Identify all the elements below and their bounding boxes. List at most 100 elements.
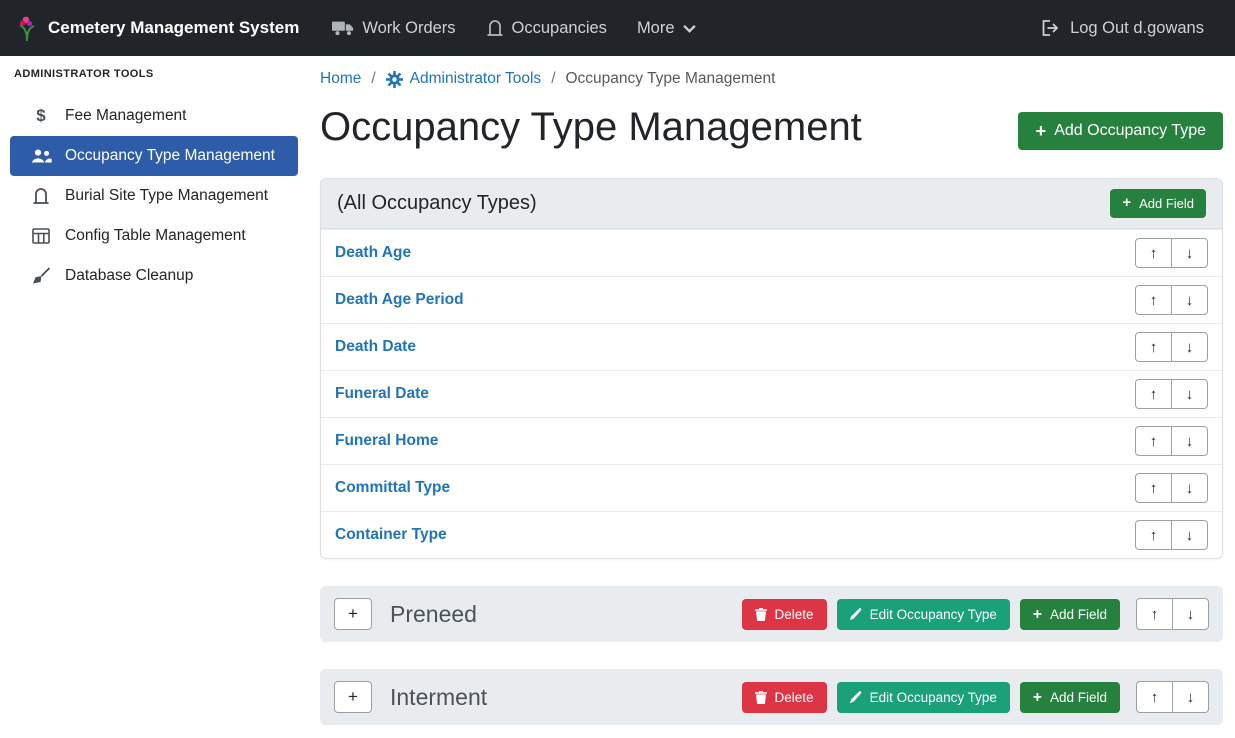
- nav-more[interactable]: More: [622, 19, 711, 38]
- app-title: Cemetery Management System: [48, 18, 299, 38]
- sidebar: ADMINISTRATOR TOOLS $ Fee Management Occ…: [0, 56, 308, 738]
- add-occupancy-type-button[interactable]: + Add Occupancy Type: [1018, 112, 1223, 150]
- sidebar-item-database-cleanup[interactable]: Database Cleanup: [10, 256, 298, 296]
- occupancy-type-section-interment: + Interment Delete: [320, 669, 1223, 725]
- top-navbar: Cemetery Management System Work Orders O…: [0, 0, 1235, 56]
- sidebar-item-label: Config Table Management: [65, 227, 246, 245]
- move-down-button[interactable]: ↓: [1171, 332, 1208, 362]
- table-icon: [30, 228, 52, 244]
- reorder-controls: ↑ ↓: [1135, 285, 1208, 315]
- move-down-button[interactable]: ↓: [1171, 520, 1208, 550]
- trash-icon: [755, 608, 767, 621]
- nav-occupancies-label: Occupancies: [512, 19, 607, 38]
- dollar-icon: $: [30, 106, 52, 126]
- sidebar-heading: ADMINISTRATOR TOOLS: [0, 68, 308, 80]
- reorder-controls: ↑ ↓: [1136, 598, 1209, 630]
- headstone-icon: [30, 187, 52, 205]
- move-down-button[interactable]: ↓: [1172, 598, 1209, 630]
- move-down-button[interactable]: ↓: [1171, 379, 1208, 409]
- nav-work-orders-label: Work Orders: [362, 19, 455, 38]
- reorder-controls: ↑ ↓: [1135, 332, 1208, 362]
- move-down-button[interactable]: ↓: [1171, 426, 1208, 456]
- edit-occupancy-type-button[interactable]: Edit Occupancy Type: [837, 599, 1010, 630]
- trash-icon: [755, 691, 767, 704]
- nav-more-label: More: [637, 19, 675, 38]
- reorder-controls: ↑ ↓: [1136, 681, 1209, 713]
- move-up-button[interactable]: ↑: [1136, 681, 1173, 713]
- field-row: Funeral Date ↑ ↓: [321, 370, 1222, 417]
- breadcrumb-admin-tools[interactable]: Administrator Tools: [386, 70, 542, 88]
- add-field-button[interactable]: + Add Field: [1020, 682, 1120, 714]
- plus-icon: +: [1033, 607, 1042, 623]
- move-up-button[interactable]: ↑: [1136, 598, 1173, 630]
- chevron-down-icon: [683, 24, 696, 33]
- move-up-button[interactable]: ↑: [1135, 520, 1172, 550]
- sidebar-item-occupancy-type-management[interactable]: Occupancy Type Management: [10, 136, 298, 176]
- move-down-button[interactable]: ↓: [1171, 473, 1208, 503]
- move-down-button[interactable]: ↓: [1171, 285, 1208, 315]
- reorder-controls: ↑ ↓: [1135, 520, 1208, 550]
- move-up-button[interactable]: ↑: [1135, 473, 1172, 503]
- reorder-controls: ↑ ↓: [1135, 426, 1208, 456]
- sidebar-item-label: Occupancy Type Management: [65, 147, 275, 165]
- field-row: Container Type ↑ ↓: [321, 511, 1222, 558]
- delete-button[interactable]: Delete: [742, 682, 827, 713]
- move-up-button[interactable]: ↑: [1135, 332, 1172, 362]
- field-link[interactable]: Death Age: [335, 244, 411, 262]
- move-up-button[interactable]: ↑: [1135, 426, 1172, 456]
- all-occupancy-types-header: (All Occupancy Types) + Add Field: [321, 179, 1222, 229]
- breadcrumb-home[interactable]: Home: [320, 70, 361, 88]
- nav-logout[interactable]: Log Out d.gowans: [1027, 19, 1219, 38]
- move-down-button[interactable]: ↓: [1171, 238, 1208, 268]
- move-up-button[interactable]: ↑: [1135, 285, 1172, 315]
- plus-icon: +: [1122, 196, 1131, 211]
- all-occupancy-types-title: (All Occupancy Types): [337, 192, 537, 215]
- nav-occupancies[interactable]: Occupancies: [471, 19, 622, 38]
- breadcrumb: Home / Administrator Tools / Occupancy T…: [320, 70, 1223, 88]
- expand-button[interactable]: +: [334, 681, 372, 713]
- sidebar-item-fee-management[interactable]: $ Fee Management: [10, 96, 298, 136]
- flower-logo-icon: [16, 14, 38, 42]
- field-row: Death Age Period ↑ ↓: [321, 276, 1222, 323]
- breadcrumb-admin-tools-label: Administrator Tools: [410, 70, 542, 88]
- breadcrumb-separator: /: [371, 70, 375, 88]
- sidebar-item-burial-site-type-management[interactable]: Burial Site Type Management: [10, 176, 298, 216]
- field-link[interactable]: Funeral Date: [335, 385, 429, 403]
- truck-icon: [332, 20, 354, 36]
- move-up-button[interactable]: ↑: [1135, 238, 1172, 268]
- users-icon: [30, 149, 52, 163]
- field-row: Committal Type ↑ ↓: [321, 464, 1222, 511]
- field-link[interactable]: Funeral Home: [335, 432, 438, 450]
- expand-button[interactable]: +: [334, 598, 372, 630]
- sidebar-item-config-table-management[interactable]: Config Table Management: [10, 216, 298, 256]
- field-link[interactable]: Death Date: [335, 338, 416, 356]
- section-title: Interment: [390, 684, 487, 711]
- plus-icon: +: [1033, 690, 1042, 706]
- breadcrumb-current: Occupancy Type Management: [566, 70, 776, 88]
- occupancy-type-section-preneed: + Preneed Delete: [320, 586, 1223, 642]
- field-row: Funeral Home ↑ ↓: [321, 417, 1222, 464]
- add-field-button[interactable]: + Add Field: [1020, 599, 1120, 631]
- pencil-icon: [850, 691, 862, 703]
- field-link[interactable]: Death Age Period: [335, 291, 464, 309]
- field-link[interactable]: Container Type: [335, 526, 447, 544]
- plus-icon: +: [1035, 122, 1046, 140]
- move-down-button[interactable]: ↓: [1172, 681, 1209, 713]
- gear-icon: [386, 71, 403, 88]
- field-link[interactable]: Committal Type: [335, 479, 450, 497]
- main-content: Home / Administrator Tools / Occupancy T…: [308, 56, 1235, 738]
- section-title: Preneed: [390, 601, 477, 628]
- add-field-button[interactable]: + Add Field: [1110, 189, 1206, 218]
- field-row: Death Date ↑ ↓: [321, 323, 1222, 370]
- page-title: Occupancy Type Management: [320, 104, 862, 150]
- edit-occupancy-type-button[interactable]: Edit Occupancy Type: [837, 682, 1010, 713]
- nav-work-orders[interactable]: Work Orders: [317, 19, 470, 38]
- logout-icon: [1042, 20, 1062, 36]
- delete-button[interactable]: Delete: [742, 599, 827, 630]
- breadcrumb-separator: /: [551, 70, 555, 88]
- headstone-icon: [486, 19, 504, 37]
- app-brand[interactable]: Cemetery Management System: [16, 14, 299, 42]
- sidebar-item-label: Fee Management: [65, 107, 187, 125]
- move-up-button[interactable]: ↑: [1135, 379, 1172, 409]
- section-actions: Delete Edit Occupancy Type + Add Field ↑: [742, 681, 1209, 713]
